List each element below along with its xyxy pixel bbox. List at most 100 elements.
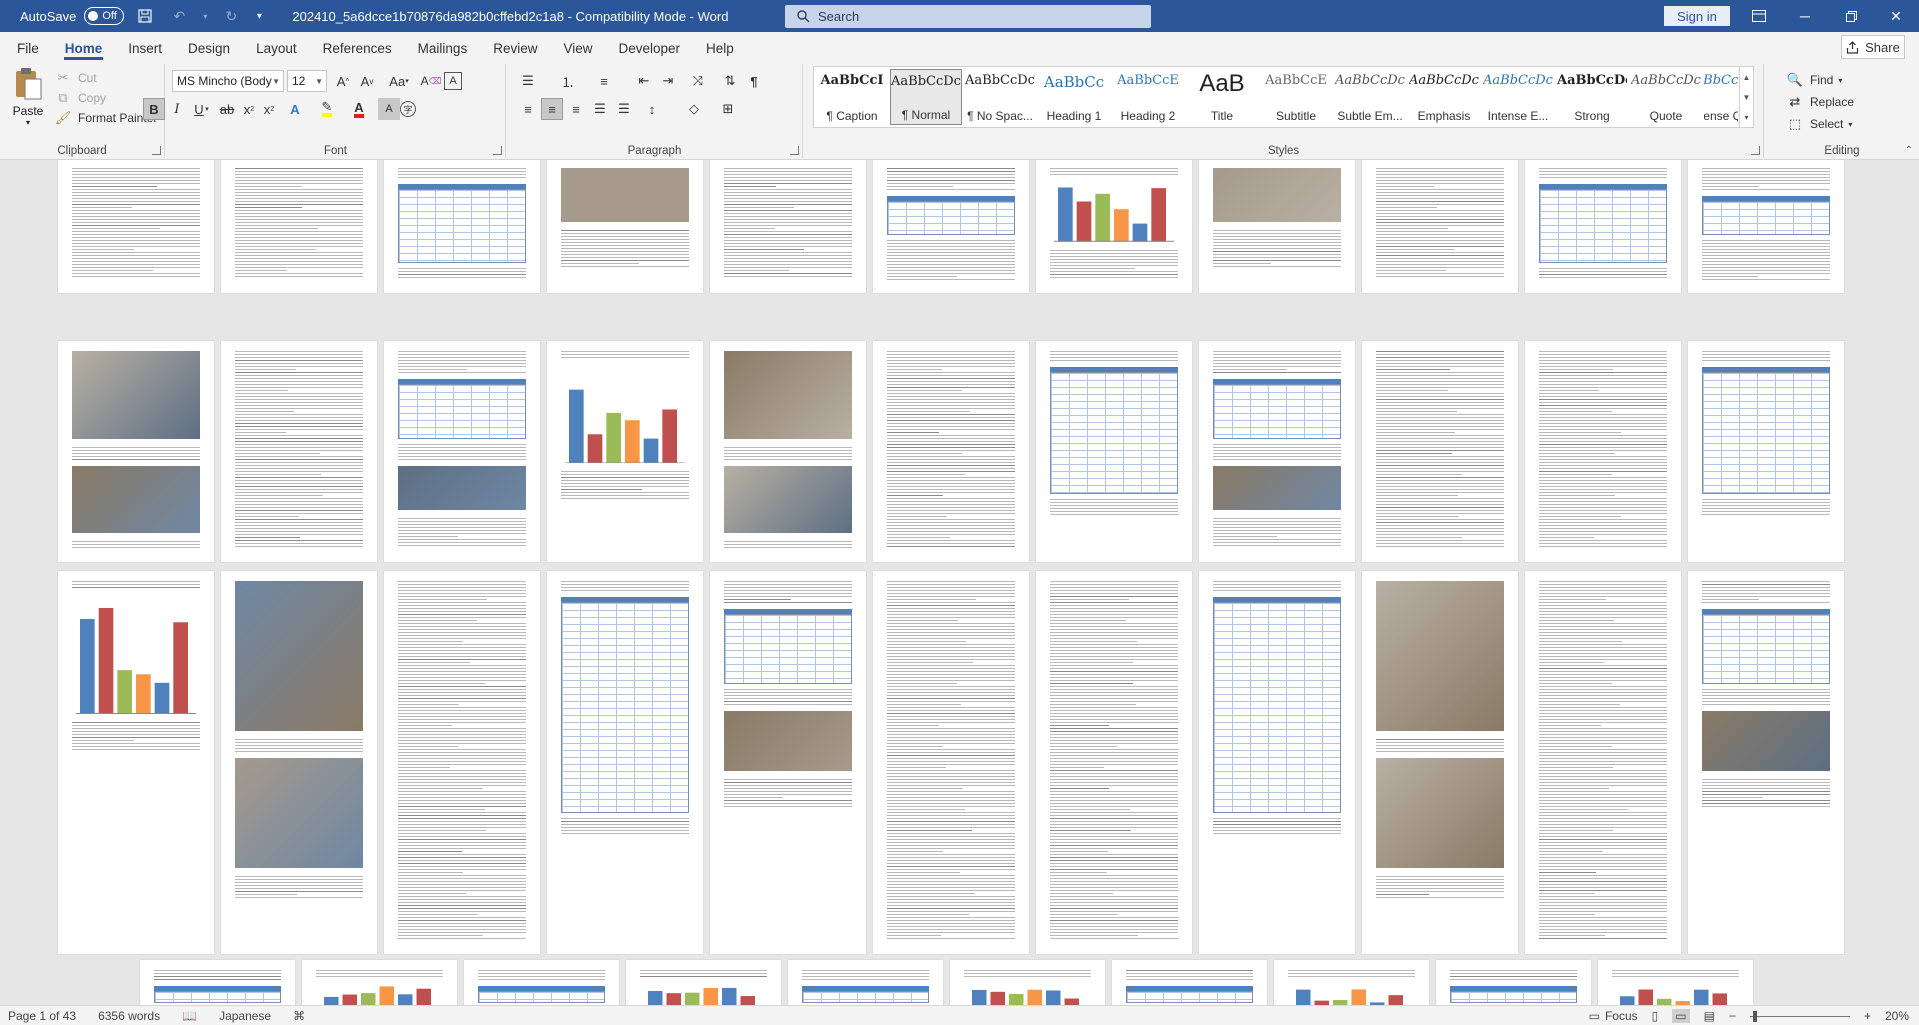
character-border-icon[interactable]: A [444, 72, 462, 90]
clipboard-dialog-launcher[interactable] [152, 146, 161, 155]
save-icon[interactable] [132, 3, 158, 29]
gallery-more-icon[interactable]: ▾ [1744, 113, 1748, 122]
page-thumbnail[interactable] [1525, 341, 1681, 562]
page-thumbnail[interactable] [384, 341, 540, 562]
zoom-slider-thumb[interactable] [1752, 1010, 1757, 1022]
undo-icon[interactable]: ↶ [166, 3, 192, 29]
page-thumbnail[interactable] [1036, 160, 1192, 293]
highlight-icon[interactable]: ✎ [316, 98, 338, 120]
text-direction-icon[interactable]: ⤨ [687, 70, 709, 92]
format-painter-button[interactable]: 🖌 Format Painter [53, 108, 158, 128]
strikethrough-button[interactable]: ab [216, 98, 238, 120]
proofing-status[interactable]: 📖 [182, 1009, 197, 1023]
page-thumbnail[interactable] [1199, 571, 1355, 954]
paste-button[interactable]: Paste ▾ [8, 66, 48, 134]
page-thumbnail[interactable] [1036, 341, 1192, 562]
page-thumbnail[interactable] [464, 960, 619, 1005]
page-thumbnail[interactable] [1112, 960, 1267, 1005]
grow-font-icon[interactable]: A ^ [332, 70, 354, 92]
bold-button[interactable]: B [143, 98, 165, 120]
text-effects-icon[interactable]: A [284, 98, 306, 120]
align-center-icon[interactable]: ≡ [541, 98, 563, 120]
page-thumbnail[interactable] [221, 160, 377, 293]
style-subtitle[interactable]: AaBbCcE Subtitle [1260, 69, 1332, 125]
multilevel-list-icon[interactable]: ≡ [593, 70, 615, 92]
subscript-button[interactable]: x2 [238, 98, 260, 120]
page-thumbnail[interactable] [873, 160, 1029, 293]
align-left-icon[interactable]: ≡ [517, 98, 539, 120]
bullets-icon[interactable]: ☰ [517, 70, 539, 92]
page-thumbnail[interactable] [710, 341, 866, 562]
style-caption[interactable]: AaBbCcI ¶ Caption [816, 69, 888, 125]
tab-layout[interactable]: Layout [243, 34, 310, 62]
page-thumbnail[interactable] [950, 960, 1105, 1005]
numbering-icon[interactable]: ⒈ [557, 70, 579, 92]
page-thumbnail[interactable] [1525, 160, 1681, 293]
search-box[interactable]: Search [785, 5, 1151, 28]
gallery-scroll[interactable]: ▲ ▼ ▾ [1739, 67, 1753, 127]
page-thumbnail[interactable] [710, 571, 866, 954]
style-subtle-emphasis[interactable]: AaBbCcDc Subtle Em... [1334, 69, 1406, 125]
minimize-icon[interactable]: ─ [1782, 0, 1828, 32]
tab-developer[interactable]: Developer [606, 34, 694, 62]
autosave-toggle[interactable]: Off [84, 7, 125, 25]
change-case-icon[interactable]: Aa ▾ [384, 70, 414, 92]
underline-dropdown-icon[interactable]: ▾ [202, 98, 212, 120]
page-thumbnail[interactable] [58, 160, 214, 293]
tab-home[interactable]: Home [52, 34, 116, 62]
page-thumbnail[interactable] [1274, 960, 1429, 1005]
enclose-characters-icon[interactable]: 字 [400, 101, 416, 117]
document-canvas[interactable] [0, 160, 1919, 1005]
copy-button[interactable]: ⧉ Copy [53, 88, 106, 108]
restore-icon[interactable] [1828, 0, 1874, 32]
style-emphasis[interactable]: AaBbCcDc Emphasis [1408, 69, 1480, 125]
undo-dropdown-icon[interactable]: ▾ [200, 3, 210, 29]
page-thumbnail[interactable] [140, 960, 295, 1005]
character-shading-icon[interactable]: A [378, 98, 400, 120]
distributed-icon[interactable]: ☰ [613, 98, 635, 120]
page-thumbnail[interactable] [1688, 160, 1844, 293]
page-thumbnail[interactable] [1362, 571, 1518, 954]
word-count[interactable]: 6356 words [98, 1009, 160, 1023]
decrease-indent-icon[interactable]: ⇤ [633, 70, 655, 92]
zoom-slider[interactable] [1749, 1010, 1850, 1022]
chevron-down-icon[interactable]: ▼ [1743, 93, 1751, 102]
sort-icon[interactable]: ⇅ [719, 70, 741, 92]
page-thumbnail[interactable] [58, 571, 214, 954]
select-button[interactable]: ⬚ Select ▾ [1785, 114, 1853, 134]
style-quote[interactable]: AaBbCcDc Quote [1630, 69, 1702, 125]
page-thumbnail[interactable] [1525, 571, 1681, 954]
shading-icon[interactable]: ◇ [683, 98, 705, 120]
page-thumbnail[interactable] [547, 571, 703, 954]
page-thumbnail[interactable] [1362, 341, 1518, 562]
tab-review[interactable]: Review [480, 34, 550, 62]
style-heading-2[interactable]: AaBbCcE Heading 2 [1112, 69, 1184, 125]
redo-icon[interactable]: ↻ [218, 3, 244, 29]
page-thumbnail[interactable] [1036, 571, 1192, 954]
page-thumbnail[interactable] [58, 341, 214, 562]
page-count[interactable]: Page 1 of 43 [8, 1009, 76, 1023]
collapse-ribbon-icon[interactable]: ⌃ [1905, 145, 1913, 156]
print-layout-icon[interactable]: ▭ [1672, 1009, 1690, 1023]
focus-button[interactable]: ▭ Focus [1589, 1009, 1638, 1023]
page-thumbnail[interactable] [302, 960, 457, 1005]
web-layout-icon[interactable]: ▤ [1704, 1009, 1715, 1023]
tab-insert[interactable]: Insert [115, 34, 175, 62]
page-thumbnail[interactable] [788, 960, 943, 1005]
tab-design[interactable]: Design [175, 34, 243, 62]
page-thumbnail[interactable] [626, 960, 781, 1005]
tab-view[interactable]: View [550, 34, 605, 62]
clear-formatting-icon[interactable]: A ⌫ [420, 70, 442, 92]
style-no-spacing[interactable]: AaBbCcDc ¶ No Spac... [964, 69, 1036, 125]
show-formatting-marks-icon[interactable]: ¶ [743, 70, 765, 92]
style-strong[interactable]: AaBbCcDc Strong [1556, 69, 1628, 125]
page-thumbnail[interactable] [710, 160, 866, 293]
italic-button[interactable]: I [166, 98, 188, 120]
accessibility-status[interactable]: ⌘ [293, 1009, 305, 1023]
page-thumbnail[interactable] [1199, 341, 1355, 562]
page-thumbnail[interactable] [221, 341, 377, 562]
styles-dialog-launcher[interactable] [1751, 146, 1760, 155]
page-thumbnail[interactable] [1598, 960, 1753, 1005]
cut-button[interactable]: ✂ Cut [53, 68, 97, 88]
tab-help[interactable]: Help [693, 34, 747, 62]
